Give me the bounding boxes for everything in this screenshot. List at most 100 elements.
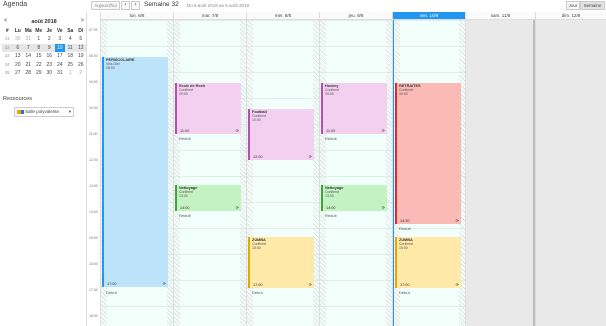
day-cell[interactable]: 25	[65, 61, 76, 69]
day-cell[interactable]: 29	[34, 69, 45, 77]
day-cell[interactable]: 30	[13, 35, 24, 43]
hour-gridline	[247, 20, 319, 21]
day-cell[interactable]: 24	[55, 61, 66, 69]
resource-select[interactable]: Salle polyvalente ▾	[14, 107, 74, 117]
hour-label: 11:00	[89, 132, 98, 136]
event-status: Réduit	[179, 136, 191, 141]
day-body[interactable]: Football Confirmé 10:00 12:00 ⟳ ZUMBA Co…	[247, 20, 319, 326]
day-cell[interactable]: 6	[13, 44, 24, 52]
refresh-icon[interactable]: ⟳	[456, 282, 459, 287]
day-cell[interactable]: 26	[76, 61, 87, 69]
day-cell[interactable]: 31	[55, 69, 66, 77]
day-cell[interactable]: 4	[65, 35, 76, 43]
day-cell[interactable]: 1	[65, 69, 76, 77]
hour-gridline	[174, 228, 246, 229]
day-cell[interactable]: 23	[44, 61, 55, 69]
day-view-button[interactable]: Jour	[566, 1, 580, 10]
day-header[interactable]: mar. 7/8	[174, 12, 246, 20]
day-cell[interactable]: 9	[44, 44, 55, 52]
event-nettoyage[interactable]: Nettoyage Confirmé 13:00 14:00 ⟳	[175, 185, 241, 211]
hour-label: 13:00	[89, 184, 98, 188]
hour-gridline	[174, 72, 246, 73]
day-cell[interactable]: 7	[23, 44, 34, 52]
previous-week-button[interactable]: ‹	[121, 1, 130, 10]
refresh-icon[interactable]: ⟳	[309, 282, 312, 287]
day-cell[interactable]: 28	[23, 69, 34, 77]
refresh-icon[interactable]: ⟳	[163, 281, 166, 286]
event-periscolaire[interactable]: PERISCOLAIRE Vira-Giel 08:00 17:00 ⟳	[102, 57, 168, 287]
today-button[interactable]: Aujourd'hui	[91, 1, 120, 10]
refresh-icon[interactable]: ⟳	[236, 128, 239, 133]
day-cell[interactable]: 30	[44, 69, 55, 77]
day-cell[interactable]: 13	[13, 52, 24, 60]
event-end: 11:00	[180, 129, 190, 133]
event-end: 17:00	[107, 282, 117, 286]
day-column-saturday: sam. 11/8	[465, 12, 535, 326]
day-header-today[interactable]: ven. 10/8	[393, 12, 465, 20]
event-end: 11:00	[326, 129, 336, 133]
day-body[interactable]: PERISCOLAIRE Vira-Giel 08:00 17:00 ⟳ Déb…	[101, 20, 173, 326]
event-ecole-de-roeh[interactable]: Ecole de Roeh Confirmé 09:00 11:00 ⟳	[175, 83, 241, 134]
day-cell[interactable]: 14	[23, 52, 34, 60]
hour-gridline	[394, 20, 465, 21]
event-nettoyage[interactable]: Nettoyage Confirmé 13:00 14:00 ⟳	[321, 185, 387, 211]
day-column-monday: lun. 6/8 PERISCOLAIRE Vira-Giel 08:00 17…	[100, 12, 173, 326]
event-retraites[interactable]: RETRAITES Confirmé 09:00 14:30 ⟳	[395, 83, 461, 224]
day-body[interactable]: Hockey Confirmé 09:00 11:00 ⟳ Réduit Net…	[320, 20, 392, 326]
week-number: 31	[4, 36, 10, 42]
day-column-tuesday: mar. 7/8 Ecole de Roeh Confirmé 09:00 11…	[173, 12, 246, 326]
event-status: Début	[106, 290, 117, 295]
refresh-icon[interactable]: ⟳	[382, 128, 385, 133]
day-cell[interactable]: 20	[13, 61, 24, 69]
day-cell[interactable]: 5	[76, 35, 87, 43]
day-header[interactable]: lun. 6/8	[101, 12, 173, 20]
hour-gridline	[101, 20, 173, 21]
day-column-wednesday: mer. 8/8 Football Confirmé 10:00 12:00 ⟳…	[246, 12, 319, 326]
day-cell[interactable]: 2	[76, 69, 87, 77]
day-cell[interactable]: 2	[44, 35, 55, 43]
day-cell[interactable]: 3	[55, 35, 66, 43]
hour-gridline	[394, 306, 465, 307]
event-zumba[interactable]: ZUMBA Confirmé 15:00 17:00 ⟳	[395, 237, 461, 288]
day-cell[interactable]: 15	[34, 52, 45, 60]
day-header[interactable]: mer. 8/8	[247, 12, 319, 20]
day-cell[interactable]: 11	[65, 44, 76, 52]
day-cell[interactable]: 1	[34, 35, 45, 43]
event-end: 17:00	[253, 283, 263, 287]
refresh-icon[interactable]: ⟳	[456, 218, 459, 223]
hour-gridline	[394, 72, 465, 73]
day-body[interactable]: RETRAITES Confirmé 09:00 14:30 ⟳ Réduit …	[393, 20, 465, 326]
next-week-button[interactable]: ›	[131, 1, 140, 10]
mini-calendar-next-button[interactable]: >	[80, 18, 84, 24]
refresh-icon[interactable]: ⟳	[236, 205, 239, 210]
day-cell[interactable]: 22	[34, 61, 45, 69]
event-zumba[interactable]: ZUMBA Confirmé 15:00 17:00 ⟳	[248, 237, 314, 288]
hour-gridline	[247, 72, 319, 73]
refresh-icon[interactable]: ⟳	[309, 154, 312, 159]
resources-title: Ressources	[3, 96, 33, 102]
day-cell[interactable]: 17	[55, 52, 66, 60]
event-football[interactable]: Football Confirmé 10:00 12:00 ⟳	[248, 109, 314, 160]
mini-calendar-week-row: 34 20 21 22 23 24 25 26	[2, 61, 86, 69]
event-end: 17:00	[400, 283, 410, 287]
day-cell[interactable]: 19	[76, 52, 87, 60]
day-cell[interactable]: 27	[13, 69, 24, 77]
day-column-friday: ven. 10/8 RETRAITES Confirmé 09:00 14:30…	[392, 12, 465, 326]
day-cell[interactable]: 16	[44, 52, 55, 60]
day-header[interactable]: sam. 11/8	[466, 12, 535, 20]
hour-label: 18:00	[89, 314, 98, 318]
day-cell[interactable]: 8	[34, 44, 45, 52]
refresh-icon[interactable]: ⟳	[382, 205, 385, 210]
event-start: 09:00	[325, 92, 334, 96]
day-cell[interactable]: 21	[23, 61, 34, 69]
day-cell[interactable]: 31	[23, 35, 34, 43]
day-body[interactable]: Ecole de Roeh Confirmé 09:00 11:00 ⟳ Réd…	[174, 20, 246, 326]
day-cell[interactable]: 18	[65, 52, 76, 60]
day-header[interactable]: jeu. 9/8	[320, 12, 392, 20]
toolbar: Agenda Aujourd'hui ‹ › Semaine 32 Du 6 a…	[0, 0, 606, 12]
day-header[interactable]: dim. 12/8	[536, 12, 606, 20]
day-cell-selected[interactable]: 10	[54, 43, 65, 53]
week-view-button[interactable]: Semaine	[580, 1, 605, 10]
event-hockey[interactable]: Hockey Confirmé 09:00 11:00 ⟳	[321, 83, 387, 134]
day-cell[interactable]: 12	[76, 44, 87, 52]
